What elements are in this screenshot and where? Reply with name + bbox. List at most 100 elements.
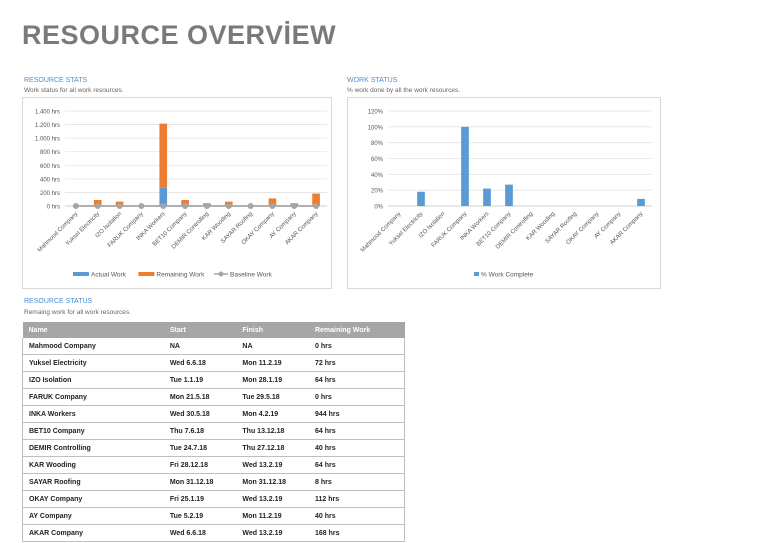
bar-remaining-work bbox=[159, 123, 168, 188]
table-cell: KAR Wooding bbox=[22, 456, 164, 474]
resource-status-subtitle: Remaing work for all work resources. bbox=[24, 309, 131, 316]
table-cell: AY Company bbox=[22, 507, 164, 525]
table-row: DEMIR Controlling Tue 24.7.18 Thu 27.12.18… bbox=[22, 439, 405, 457]
work-status-chart: 0% 20% 40% 60% 80% 100% 120% Mahmood Company Yuk… bbox=[347, 97, 661, 289]
x-tick-label: Mahmood Company bbox=[360, 211, 402, 253]
table-cell: 64 hrs bbox=[308, 422, 405, 440]
table-row: OKAY Company Fri 25.1.19 Wed 13.2.19 112 hr… bbox=[22, 490, 405, 508]
table-cell: Thu 27.12.18 bbox=[236, 439, 309, 457]
legend-swatch-icon bbox=[474, 272, 479, 276]
resource-stats-chart: 0 hrs 200 hrs 400 hrs 600 hrs 800 hrs 1.000 h… bbox=[22, 97, 332, 289]
baseline-work-point bbox=[160, 203, 167, 209]
table-cell: Tue 1.1.19 bbox=[163, 371, 237, 389]
table-cell: 944 hrs bbox=[308, 405, 405, 423]
table-cell: Thu 13.12.18 bbox=[236, 422, 309, 440]
table-cell: 72 hrs bbox=[308, 354, 405, 372]
column-header: Start bbox=[163, 322, 237, 338]
y-tick-label: 20% bbox=[371, 189, 384, 195]
y-tick-label: 0% bbox=[374, 205, 383, 211]
table-row: FARUK Company Mon 21.5.18 Tue 29.5.18 0 hrs bbox=[22, 388, 405, 406]
table-cell: Wed 13.2.19 bbox=[236, 524, 309, 542]
table-cell: Fri 28.12.18 bbox=[163, 456, 237, 474]
resource-status-table: Name Start Finish Remaining Work Mahmood Com… bbox=[22, 322, 405, 542]
table-row: KAR Wooding Fri 28.12.18 Wed 13.2.19 64 hrs bbox=[22, 456, 405, 474]
table-cell: Wed 30.5.18 bbox=[163, 405, 237, 423]
y-tick-label: 1.200 hrs bbox=[35, 123, 60, 129]
table-cell: Yuksel Electricity bbox=[22, 354, 164, 372]
table-cell: Wed 6.6.18 bbox=[163, 524, 237, 542]
y-tick-label: 800 hrs bbox=[40, 150, 60, 156]
y-tick-label: 200 hrs bbox=[40, 191, 60, 197]
y-tick-label: 600 hrs bbox=[40, 164, 60, 170]
bar--work-complete bbox=[417, 191, 425, 206]
table-cell: Tue 24.7.18 bbox=[163, 439, 237, 457]
table-cell: IZO Isolation bbox=[22, 371, 164, 389]
work-status-subtitle: % work done by all the work resources. bbox=[347, 87, 461, 94]
table-cell: Mon 21.5.18 bbox=[163, 388, 237, 406]
table-cell: INKA Workers bbox=[22, 405, 164, 423]
table-row: AY Company Tue 5.2.19 Mon 11.2.19 40 hrs bbox=[22, 507, 405, 525]
table-cell: Tue 5.2.19 bbox=[163, 507, 237, 525]
baseline-work-point bbox=[269, 203, 276, 209]
table-cell: 8 hrs bbox=[308, 473, 405, 491]
bar--work-complete bbox=[461, 126, 469, 206]
y-tick-label: 0 hrs bbox=[47, 205, 60, 211]
baseline-work-point bbox=[203, 203, 210, 209]
resource-stats-heading: RESOURCE STATS bbox=[24, 77, 88, 84]
y-tick-label: 40% bbox=[371, 173, 384, 179]
table-cell: Mon 31.12.18 bbox=[236, 473, 309, 491]
legend-label: Remaining Work bbox=[156, 272, 205, 279]
legend-swatch-icon bbox=[73, 272, 89, 276]
bar--work-complete bbox=[505, 184, 513, 206]
table-row: AKAR Company Wed 6.6.18 Wed 13.2.19 168 hrs bbox=[22, 524, 405, 542]
baseline-work-point bbox=[72, 203, 79, 209]
table-cell: Mon 31.12.18 bbox=[163, 473, 237, 491]
x-tick-label: DEMIR Controlling bbox=[171, 211, 210, 250]
table-cell: 168 hrs bbox=[308, 524, 405, 542]
y-tick-label: 120% bbox=[368, 110, 384, 116]
column-header: Remaining Work bbox=[308, 322, 405, 338]
bar--work-complete bbox=[483, 188, 491, 206]
y-tick-label: 60% bbox=[371, 157, 384, 163]
y-tick-label: 80% bbox=[371, 141, 384, 147]
baseline-work-point bbox=[225, 203, 232, 209]
table-row: INKA Workers Wed 30.5.18 Mon 4.2.19 944 hrs bbox=[22, 405, 405, 423]
y-tick-label: 1.000 hrs bbox=[35, 137, 60, 143]
baseline-work-point bbox=[291, 203, 298, 209]
table-cell: 40 hrs bbox=[308, 439, 405, 457]
table-row: IZO Isolation Tue 1.1.19 Mon 28.1.19 64 hrs bbox=[22, 371, 405, 389]
legend-label: Actual Work bbox=[91, 272, 127, 279]
table-cell: Mon 11.2.19 bbox=[236, 507, 309, 525]
legend-label: Baseline Work bbox=[230, 272, 273, 279]
legend-label: % Work Complete bbox=[481, 272, 534, 279]
baseline-work-point bbox=[94, 203, 101, 209]
column-header: Name bbox=[22, 322, 164, 338]
baseline-work-point bbox=[138, 203, 145, 209]
legend-swatch-icon bbox=[138, 272, 155, 276]
resource-status-heading: RESOURCE STATUS bbox=[24, 298, 93, 305]
baseline-work-point bbox=[313, 203, 320, 209]
table-cell: NA bbox=[163, 338, 237, 355]
y-tick-label: 100% bbox=[368, 125, 384, 131]
x-tick-label: Mahmood Company bbox=[37, 211, 79, 253]
table-cell: 112 hrs bbox=[308, 490, 405, 508]
table-cell: Thu 7.6.18 bbox=[163, 422, 237, 440]
resource-stats-subtitle: Work status for all work resources. bbox=[24, 87, 124, 94]
y-tick-label: 400 hrs bbox=[40, 177, 60, 183]
table-cell: Mon 28.1.19 bbox=[236, 371, 309, 389]
table-row: Mahmood Company NA NA 0 hrs bbox=[22, 338, 405, 355]
table-cell: Wed 6.6.18 bbox=[163, 354, 237, 372]
table-cell: NA bbox=[236, 338, 309, 355]
page-title: RESOURCE OVERVİEW bbox=[22, 20, 337, 50]
table-cell: Wed 13.2.19 bbox=[236, 490, 309, 508]
baseline-work-point bbox=[247, 203, 254, 209]
table-cell: Mon 4.2.19 bbox=[236, 405, 309, 423]
legend-marker-icon bbox=[218, 271, 224, 277]
table-row: SAYAR Roofing Mon 31.12.18 Mon 31.12.18 8 h… bbox=[22, 473, 405, 491]
table-cell: AKAR Company bbox=[22, 524, 164, 542]
table-row: Yuksel Electricity Wed 6.6.18 Mon 11.2.19 7… bbox=[22, 354, 405, 372]
table-cell: Fri 25.1.19 bbox=[163, 490, 237, 508]
baseline-work-point bbox=[182, 203, 189, 209]
table-cell: BET10 Company bbox=[22, 422, 164, 440]
table-cell: 64 hrs bbox=[308, 456, 405, 474]
